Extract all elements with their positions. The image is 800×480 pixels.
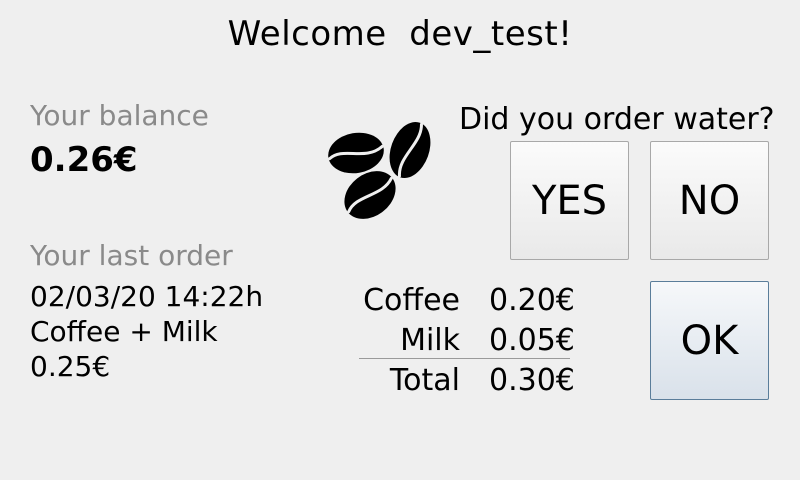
last-order-price: 0.25€: [30, 350, 111, 383]
summary-item-value: 0.05€: [489, 323, 575, 358]
last-order-label: Your last order: [30, 239, 233, 272]
summary-item-label: Coffee: [363, 283, 460, 318]
water-question: Did you order water?: [459, 102, 775, 137]
ok-button[interactable]: OK: [650, 281, 769, 400]
balance-value: 0.26€: [30, 140, 138, 180]
yes-button[interactable]: YES: [510, 141, 629, 260]
summary-item-label: Milk: [400, 323, 460, 358]
last-order-datetime: 02/03/20 14:22h: [30, 280, 264, 313]
balance-label: Your balance: [30, 99, 209, 132]
summary-item-value: 0.20€: [489, 283, 575, 318]
welcome-title: Welcome dev_test!: [227, 14, 573, 54]
summary-total-label: Total: [389, 363, 460, 398]
coffee-beans-icon: [328, 121, 431, 219]
coffee-bean-right: [389, 121, 431, 179]
summary-divider: [359, 358, 570, 359]
last-order-items: Coffee + Milk: [30, 315, 218, 348]
no-button[interactable]: NO: [650, 141, 769, 260]
summary-total-value: 0.30€: [489, 363, 575, 398]
coffee-bean-left: [328, 132, 384, 174]
